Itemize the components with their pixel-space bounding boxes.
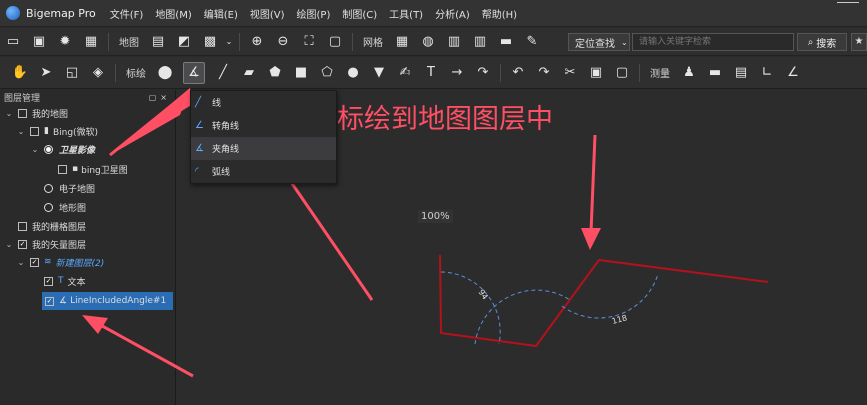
arrow-to-toolbar [109, 88, 193, 157]
angle-arc-right [561, 273, 659, 319]
arrow-to-layer [82, 315, 194, 378]
menu-item-label: 转角线 [212, 122, 240, 132]
angle-value-left: 94 [476, 288, 489, 302]
menu-item-label: 线 [212, 99, 222, 109]
angle-value-right: 118 [611, 313, 628, 326]
line-type-dropdown: ╱ 线 ∠ 转角线 ∡ 夹角线 ◜ 弧线 [190, 90, 337, 184]
included-angle-line [439, 254, 769, 348]
menu-item-label: 夹角线 [212, 145, 240, 155]
menu-item-included-angle-line[interactable]: ∡ 夹角线 [191, 137, 336, 160]
angle-arc-left [440, 271, 501, 345]
arc-icon: ◜ [195, 166, 199, 177]
included-angle-line-icon: ∡ [195, 143, 204, 154]
line-icon: ╱ [195, 97, 202, 108]
turn-angle-line-icon: ∠ [195, 120, 204, 131]
menu-item-turn-angle-line[interactable]: ∠ 转角线 [191, 114, 336, 137]
menu-item-arc[interactable]: ◜ 弧线 [191, 160, 336, 183]
menu-item-line[interactable]: ╱ 线 [191, 91, 336, 114]
map-overlay: 94 118 [82, 88, 769, 378]
menu-item-label: 弧线 [212, 168, 231, 178]
arrow-to-drawing [581, 134, 601, 250]
